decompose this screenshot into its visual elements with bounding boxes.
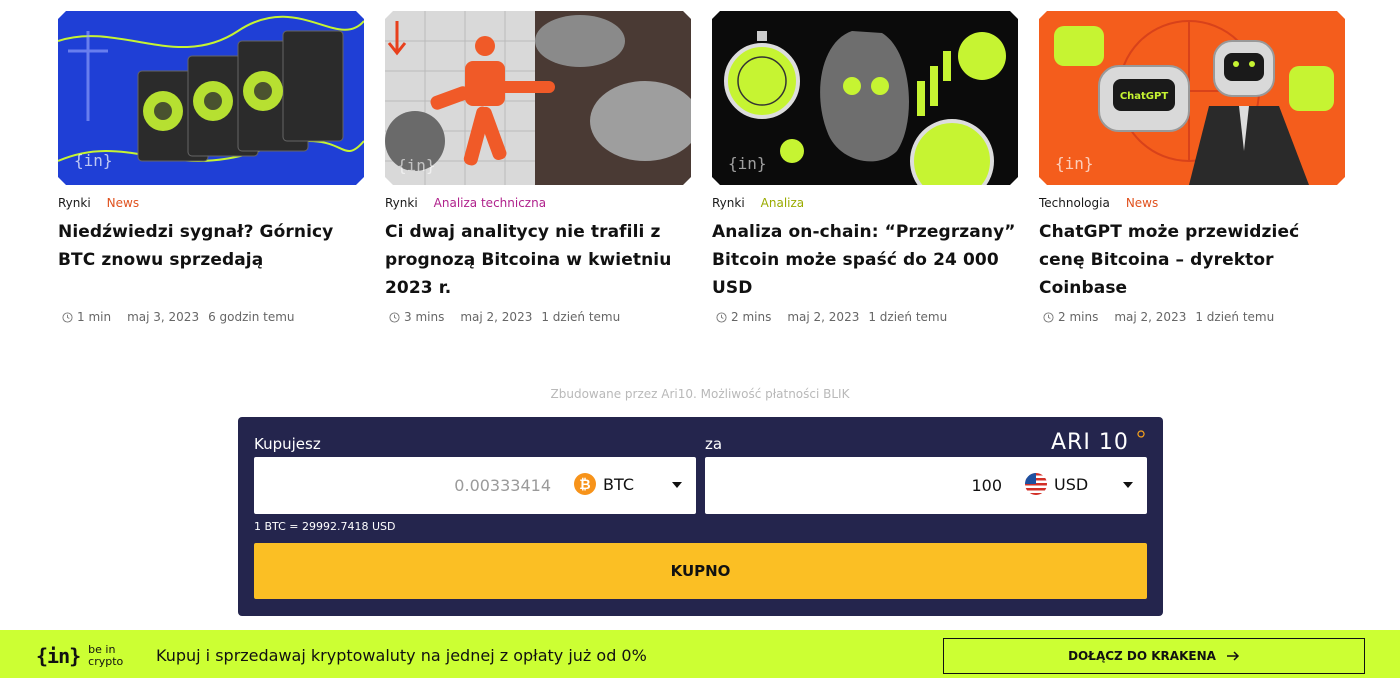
category-label[interactable]: Rynki: [385, 196, 418, 210]
read-time: 3 mins: [404, 310, 445, 324]
time-ago: 1 dzień temu: [541, 310, 621, 324]
promo-banner: {in} be in crypto Kupuj i sprzedawaj kry…: [0, 630, 1400, 678]
page: {in} Rynki News Niedźwiedzi sygnał? Górn…: [0, 0, 1400, 678]
article-card[interactable]: {in} Rynki News Niedźwiedzi sygnał? Górn…: [58, 11, 364, 324]
clock-icon: [62, 311, 73, 323]
article-meta: 1 min maj 3, 2023 6 godzin temu: [58, 310, 364, 324]
fiat-currency-code: USD: [1054, 474, 1089, 494]
tag-label[interactable]: Analiza techniczna: [434, 196, 546, 210]
ari10-logo: ARI 10: [1051, 430, 1145, 452]
article-title[interactable]: Ci dwaj analitycy nie trafili z prognozą…: [385, 218, 691, 302]
widget-attribution: Zbudowane przez Ari10. Możliwość płatnoś…: [550, 387, 850, 401]
publish-date: maj 3, 2023: [127, 310, 200, 324]
article-grid: {in} Rynki News Niedźwiedzi sygnał? Górn…: [58, 11, 1345, 324]
svg-text:{in}: {in}: [74, 151, 113, 170]
article-title[interactable]: Niedźwiedzi sygnał? Górnicy BTC znowu sp…: [58, 218, 364, 302]
clock-icon: [1043, 311, 1054, 323]
buy-button[interactable]: KUPNO: [254, 543, 1147, 599]
buy-label: Kupujesz: [254, 435, 321, 453]
time-ago: 1 dzień temu: [868, 310, 948, 324]
read-time: 2 mins: [731, 310, 772, 324]
svg-text:{in}: {in}: [728, 154, 767, 173]
time-ago: 6 godzin temu: [208, 310, 295, 324]
read-time: 2 mins: [1058, 310, 1099, 324]
crypto-currency-select[interactable]: ₿ BTC: [574, 473, 634, 495]
publish-date: maj 2, 2023: [787, 310, 860, 324]
article-meta: 3 mins maj 2, 2023 1 dzień temu: [385, 310, 691, 324]
beincrypto-logo[interactable]: {in} be in crypto: [36, 644, 123, 669]
article-thumbnail[interactable]: {in}: [385, 11, 691, 185]
crypto-buy-widget: Kupujesz za ARI 10 0.00333414 ₿ BTC 100: [238, 417, 1163, 616]
bitcoin-icon: ₿: [574, 473, 596, 495]
crypto-currency-code: BTC: [603, 474, 634, 494]
logo-line-2: crypto: [88, 655, 124, 668]
article-meta: 2 mins maj 2, 2023 1 dzień temu: [1039, 310, 1345, 324]
category-label[interactable]: Rynki: [58, 196, 91, 210]
for-label: za: [705, 435, 723, 453]
clock-icon: [716, 311, 727, 323]
article-thumbnail[interactable]: ChatGPT {in}: [1039, 11, 1345, 185]
article-categories: Rynki Analiza: [712, 195, 1018, 211]
fiat-currency-select[interactable]: USD: [1025, 473, 1088, 495]
article-card[interactable]: {in} Rynki Analiza Analiza on-chain: “Pr…: [712, 11, 1018, 324]
tag-label[interactable]: News: [107, 196, 139, 210]
svg-text:{in}: {in}: [1055, 154, 1094, 173]
crypto-amount-field[interactable]: 0.00333414 ₿ BTC: [254, 457, 696, 514]
publish-date: maj 2, 2023: [460, 310, 533, 324]
article-thumbnail[interactable]: {in}: [58, 11, 364, 185]
article-card[interactable]: ChatGPT {in} Technologia News ChatGPT mo…: [1039, 11, 1345, 324]
beincrypto-mark: {in}: [36, 644, 81, 668]
join-kraken-button[interactable]: DOŁĄCZ DO KRAKENA: [943, 638, 1365, 674]
article-card[interactable]: {in} Rynki Analiza techniczna Ci dwaj an…: [385, 11, 691, 324]
article-categories: Technologia News: [1039, 195, 1345, 211]
tag-label[interactable]: Analiza: [761, 196, 805, 210]
chatgpt-label: ChatGPT: [1120, 91, 1169, 102]
article-thumbnail[interactable]: {in}: [712, 11, 1018, 185]
read-time: 1 min: [77, 310, 112, 324]
join-kraken-label: DOŁĄCZ DO KRAKENA: [1068, 649, 1216, 663]
promo-text: Kupuj i sprzedawaj kryptowaluty na jedne…: [156, 646, 647, 665]
category-label[interactable]: Rynki: [712, 196, 745, 210]
arrow-right-icon: [1226, 651, 1239, 661]
chevron-down-icon[interactable]: [1123, 482, 1133, 488]
fiat-amount-field[interactable]: 100 USD: [705, 457, 1147, 514]
tag-label[interactable]: News: [1126, 196, 1158, 210]
beincrypto-wordmark: be in crypto: [88, 644, 123, 668]
fiat-amount-input[interactable]: 100: [971, 476, 1002, 495]
article-categories: Rynki Analiza techniczna: [385, 195, 691, 211]
article-title[interactable]: ChatGPT może przewidzieć cenę Bitcoina –…: [1039, 218, 1345, 302]
svg-text:{in}: {in}: [397, 156, 436, 175]
category-label[interactable]: Technologia: [1039, 196, 1110, 210]
article-title[interactable]: Analiza on-chain: “Przegrzany” Bitcoin m…: [712, 218, 1018, 302]
chevron-down-icon[interactable]: [672, 482, 682, 488]
clock-icon: [389, 311, 400, 323]
article-categories: Rynki News: [58, 195, 364, 211]
article-meta: 2 mins maj 2, 2023 1 dzień temu: [712, 310, 1018, 324]
svg-text:₿: ₿: [579, 477, 590, 493]
ari10-brand: ARI 10: [1051, 430, 1129, 452]
exchange-rate: 1 BTC = 29992.7418 USD: [254, 520, 396, 533]
publish-date: maj 2, 2023: [1114, 310, 1187, 324]
time-ago: 1 dzień temu: [1195, 310, 1275, 324]
us-flag-icon: [1025, 473, 1047, 495]
crypto-amount-input[interactable]: 0.00333414: [454, 476, 551, 495]
